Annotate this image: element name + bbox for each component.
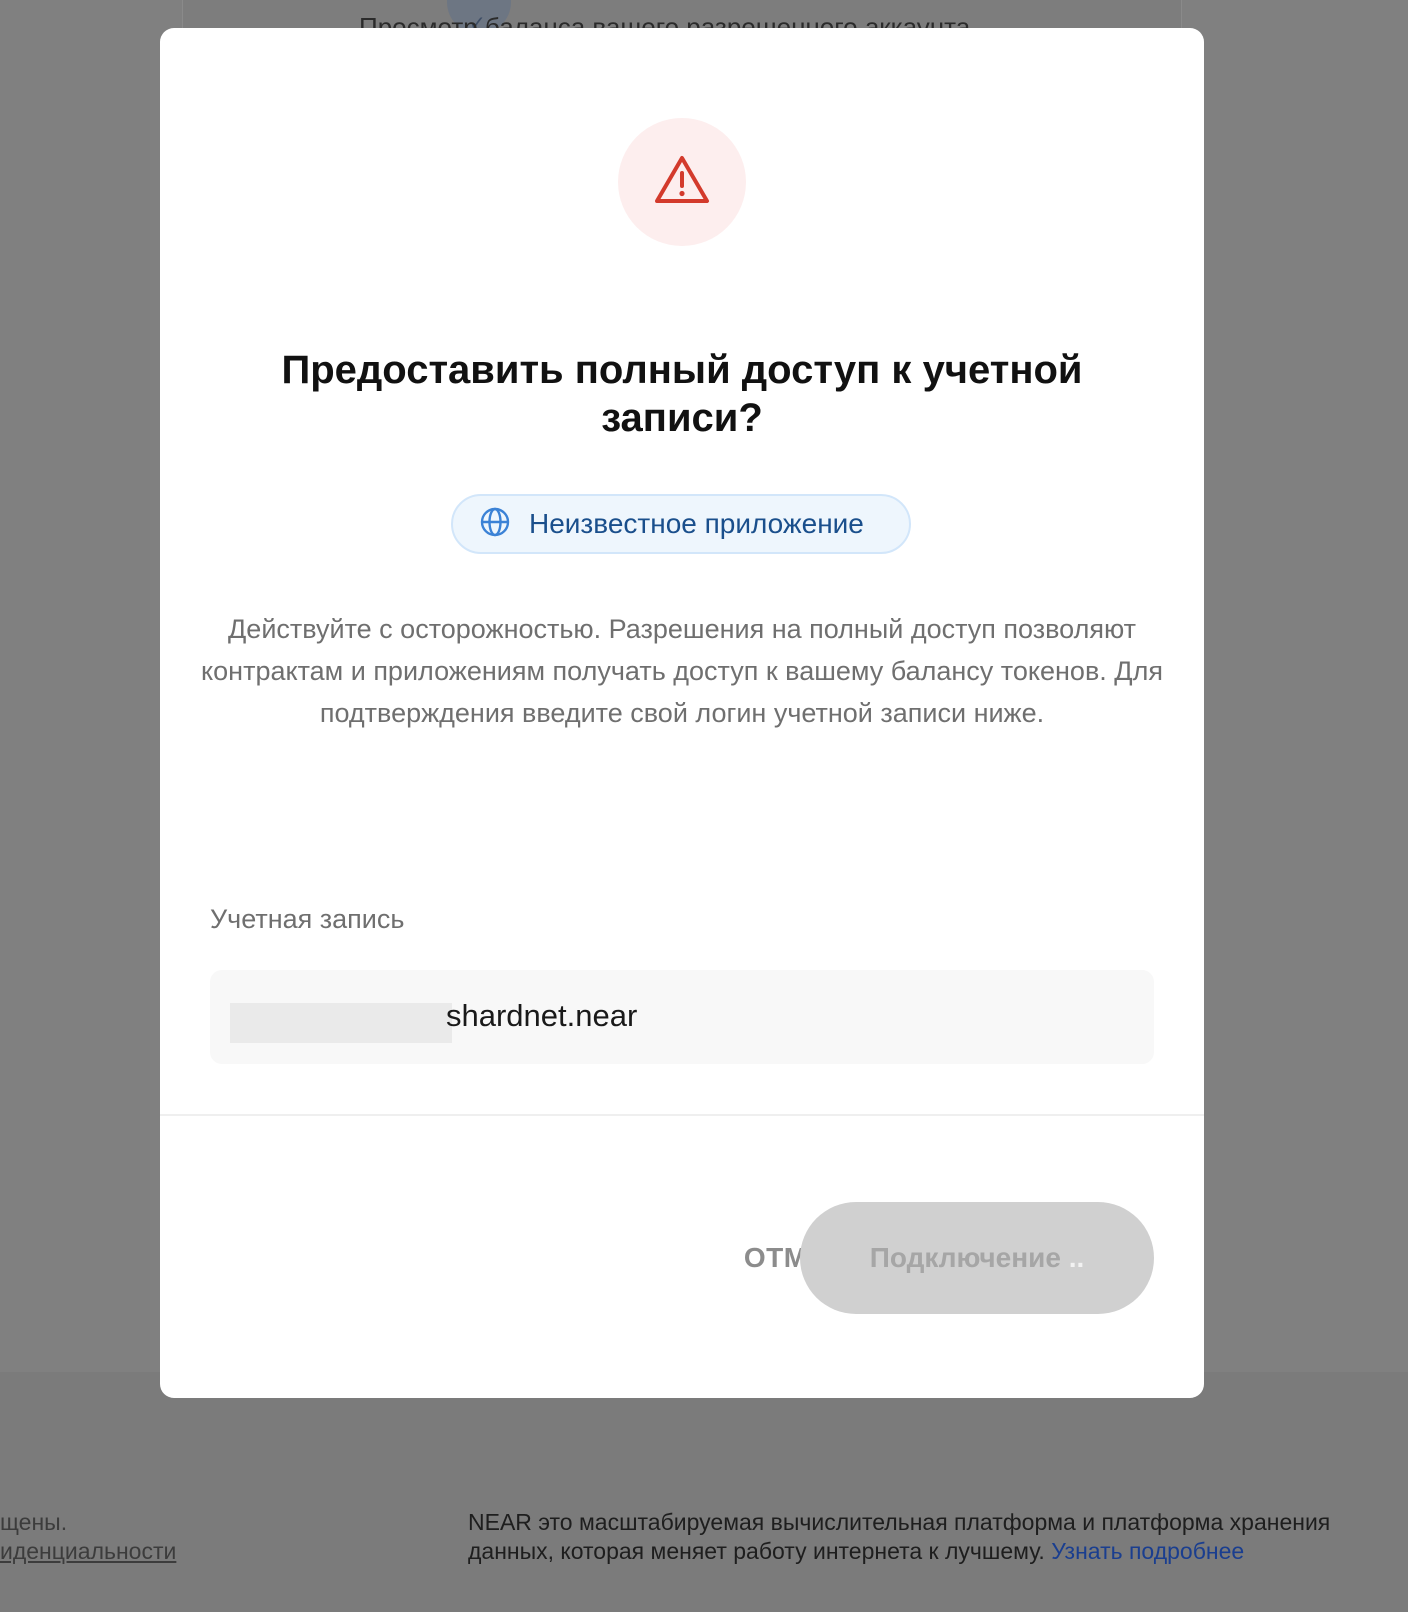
footer-about: NEAR это масштабируемая вычислительная п… bbox=[468, 1508, 1408, 1566]
connect-button-label: Подключение bbox=[869, 1242, 1061, 1273]
page-footer bbox=[0, 1372, 1408, 1612]
footer-legal: щены. иденциальности bbox=[0, 1508, 176, 1566]
full-access-dialog: Предоставить полный доступ к учетной зап… bbox=[160, 28, 1204, 1398]
dialog-title: Предоставить полный доступ к учетной зап… bbox=[281, 348, 1083, 440]
warning-badge bbox=[618, 118, 746, 246]
app-name: Неизвестное приложение bbox=[529, 508, 864, 539]
redacted-account-prefix bbox=[230, 1003, 452, 1043]
account-field-label: Учетная запись bbox=[210, 904, 405, 934]
dialog-divider bbox=[160, 1114, 1204, 1116]
connect-button[interactable]: Подключение .. bbox=[800, 1202, 1154, 1314]
app-badge: Неизвестное приложение bbox=[451, 494, 911, 554]
account-input-value: shardnet.near bbox=[446, 998, 638, 1033]
warning-description: Действуйте с осторожностью. Разрешения н… bbox=[201, 614, 1163, 728]
privacy-link[interactable]: иденциальности bbox=[0, 1537, 176, 1566]
loading-dots: .. bbox=[1068, 1242, 1085, 1273]
globe-icon bbox=[479, 506, 511, 543]
warning-icon bbox=[653, 154, 711, 211]
learn-more-link[interactable]: Узнать подробнее bbox=[1051, 1538, 1244, 1564]
footer-rights-text: щены. bbox=[0, 1509, 68, 1535]
account-input[interactable]: shardnet.near bbox=[210, 970, 1154, 1064]
